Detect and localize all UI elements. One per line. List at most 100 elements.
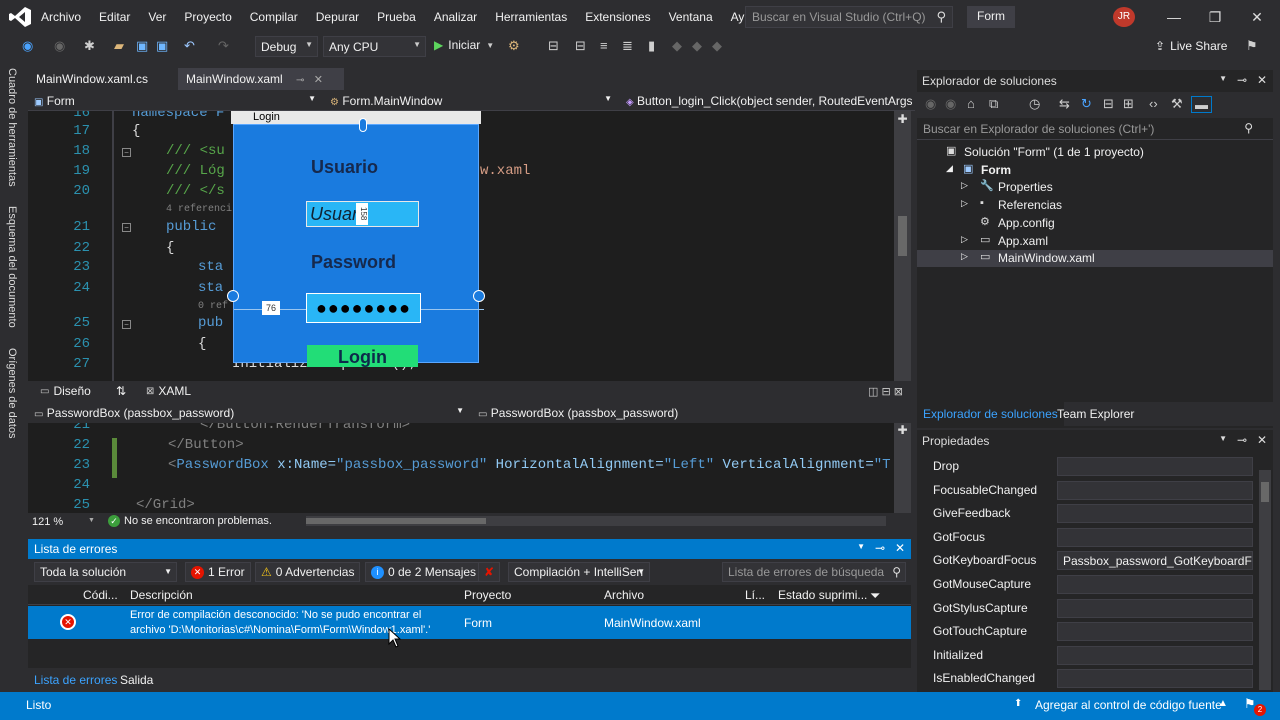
pending-changes-icon[interactable]: ◷ (1029, 96, 1040, 112)
class-nav-dropdown[interactable]: ⚙ Form.MainWindow ▼ (326, 92, 616, 110)
tree-item[interactable]: ▷ 🔧 Properties (917, 179, 1273, 196)
property-value-input[interactable] (1057, 598, 1253, 618)
tab-mainwindow-xaml[interactable]: MainWindow.xaml ⊸ ✕ (178, 68, 344, 90)
view-code-icon[interactable]: ‹› (1149, 96, 1158, 111)
menu-item-ventana[interactable]: Ventana (660, 10, 722, 24)
resize-handle-icon[interactable] (473, 290, 485, 302)
browser-link-icon[interactable]: ⚙ (508, 38, 520, 54)
tree-item[interactable]: ▣ Solución "Form" (1 de 1 proyecto) (917, 144, 1273, 161)
property-value-input[interactable] (1057, 669, 1253, 689)
split-plus-icon[interactable]: ✚ (894, 112, 911, 126)
errors-filter-button[interactable]: ✕ 1 Error (185, 562, 251, 582)
close-icon[interactable]: ✕ (895, 541, 905, 555)
xaml-member-dropdown[interactable]: ▭ PasswordBox (passbox_password) (474, 404, 892, 422)
back-icon[interactable]: ◉ (925, 96, 936, 112)
pin-icon[interactable]: ⊸ (1237, 433, 1247, 447)
property-value-input[interactable] (1057, 622, 1253, 642)
zoom-level[interactable]: 121 % (32, 516, 63, 528)
restore-icon[interactable]: ❐ (1201, 6, 1229, 28)
tree-item[interactable]: ▷ ▭ App.xaml (917, 233, 1273, 250)
back-icon[interactable]: ◉ (22, 38, 33, 54)
tab-mainwindow-xaml-cs[interactable]: MainWindow.xaml.cs (28, 68, 178, 90)
menu-item-editar[interactable]: Editar (90, 10, 139, 24)
fold-toggle[interactable]: − (122, 320, 131, 329)
solution-search-input[interactable]: Buscar en Explorador de soluciones (Ctrl… (917, 118, 1273, 140)
arrow-up-icon[interactable]: ⬆ (1014, 698, 1022, 709)
toolbox-tab[interactable]: Cuadro de herramientas (6, 68, 18, 187)
member-nav-dropdown[interactable]: ◈ Button_login_Click(object sender, Rout… (622, 92, 912, 110)
pin-icon[interactable]: ⊸ (875, 541, 885, 555)
collapsed-arrow-icon[interactable]: ▷ (961, 234, 968, 245)
close-icon[interactable]: ✕ (1257, 73, 1267, 87)
column-line[interactable]: Lí... (745, 588, 765, 602)
save-icon[interactable]: ▣ (136, 38, 148, 54)
properties-scrollbar[interactable] (1259, 470, 1271, 690)
chevron-down-icon[interactable]: ▼ (857, 542, 865, 551)
horizontal-scrollbar[interactable] (306, 516, 886, 526)
chevron-up-icon[interactable]: ▲ (1218, 698, 1228, 709)
close-icon[interactable]: ✕ (1243, 6, 1271, 28)
swap-panes-icon[interactable]: ⇅ (116, 384, 126, 398)
column-file[interactable]: Archivo (604, 588, 644, 602)
comment-icon[interactable]: ≡ (600, 38, 608, 53)
show-all-files-icon[interactable]: ⊞ (1123, 96, 1134, 112)
home-icon[interactable]: ⌂ (967, 96, 975, 111)
collapse-all-icon[interactable]: ⊟ (1103, 96, 1114, 112)
start-button[interactable]: ▶ Iniciar ▼ (434, 38, 494, 52)
property-value-input[interactable] (1057, 480, 1253, 500)
clear-filter-icon[interactable]: ✘ (478, 562, 500, 582)
layout-toggle-icons[interactable]: ◫ ⊟ ⊠ (868, 385, 903, 398)
reference-hint[interactable]: 4 referenci (166, 204, 232, 215)
column-suppression[interactable]: Estado suprimi... (778, 588, 867, 602)
menu-item-analizar[interactable]: Analizar (425, 10, 486, 24)
tab-output[interactable]: Salida (120, 673, 153, 687)
uncomment-icon[interactable]: ≣ (622, 38, 633, 54)
user-label[interactable]: Usuario (311, 157, 378, 178)
fold-toggle[interactable]: − (122, 148, 131, 157)
search-input[interactable]: Buscar en Visual Studio (Ctrl+Q) ⚲ (745, 6, 953, 28)
resize-handle-icon[interactable] (359, 118, 367, 132)
open-folder-icon[interactable]: ▰ (114, 38, 124, 54)
feedback-icon[interactable]: ⚑ (1246, 38, 1258, 54)
refresh-icon[interactable]: ↻ (1081, 96, 1092, 112)
resize-handle-icon[interactable] (227, 290, 239, 302)
menu-item-herramientas[interactable]: Herramientas (486, 10, 576, 24)
scope-dropdown[interactable]: Toda la solución ▼ (34, 562, 177, 582)
editor-vertical-scrollbar[interactable] (894, 111, 911, 381)
build-filter-dropdown[interactable]: Compilación + IntelliSen ▼ (508, 562, 650, 582)
live-share-button[interactable]: ⇪ Live Share (1155, 39, 1227, 53)
xaml-element-dropdown[interactable]: ▭ PasswordBox (passbox_password) ▼ (30, 404, 468, 422)
tab-solution-explorer[interactable]: Explorador de soluciones (917, 402, 1064, 426)
preview-selected-icon[interactable]: ▬ (1191, 96, 1212, 113)
step-icon[interactable]: ⊟ (548, 38, 559, 54)
align-icon[interactable]: ⊟ (575, 38, 586, 54)
reference-hint[interactable]: 0 ref (198, 301, 228, 312)
problems-status[interactable]: ✓ No se encontraron problemas. (108, 515, 272, 527)
column-code[interactable]: Códi... (83, 588, 118, 602)
tab-error-list[interactable]: Lista de errores (34, 673, 117, 687)
bookmark-icon[interactable]: ▮ (648, 38, 655, 54)
minimize-icon[interactable]: — (1160, 6, 1188, 28)
error-search-input[interactable]: Lista de errores de búsqueda ⚲ (722, 562, 906, 582)
password-label[interactable]: Password (311, 252, 396, 273)
column-description[interactable]: Descripción (130, 588, 193, 602)
login-button[interactable]: Login (307, 345, 418, 367)
config-dropdown[interactable]: Debug ▼ (255, 36, 318, 57)
save-all-icon[interactable]: ▣ (156, 38, 168, 54)
data-sources-tab[interactable]: Orígenes de datos (6, 348, 18, 439)
collapsed-arrow-icon[interactable]: ▷ (961, 180, 968, 191)
chevron-down-icon[interactable]: ▼ (1219, 74, 1227, 83)
tab-xaml[interactable]: ⊠ XAML (146, 384, 191, 398)
tree-item[interactable]: ▷ ▭ MainWindow.xaml (917, 250, 1273, 268)
menu-item-depurar[interactable]: Depurar (307, 10, 368, 24)
project-nav-dropdown[interactable]: ▣ Form ▼ (30, 92, 320, 110)
xaml-editor[interactable]: 21 </Button.RenderTransform> 22 </Button> 23… (28, 423, 894, 513)
chevron-down-icon[interactable]: ▼ (1219, 434, 1227, 443)
expanded-arrow-icon[interactable]: ◢ (946, 163, 953, 174)
document-outline-tab[interactable]: Esquema del documento (6, 206, 18, 328)
close-tab-icon[interactable]: ✕ (314, 74, 323, 86)
tree-item[interactable]: ⚙ App.config (917, 215, 1273, 232)
menu-item-archivo[interactable]: Archivo (32, 10, 90, 24)
column-project[interactable]: Proyecto (464, 588, 511, 602)
avatar[interactable]: JR (1113, 7, 1135, 27)
